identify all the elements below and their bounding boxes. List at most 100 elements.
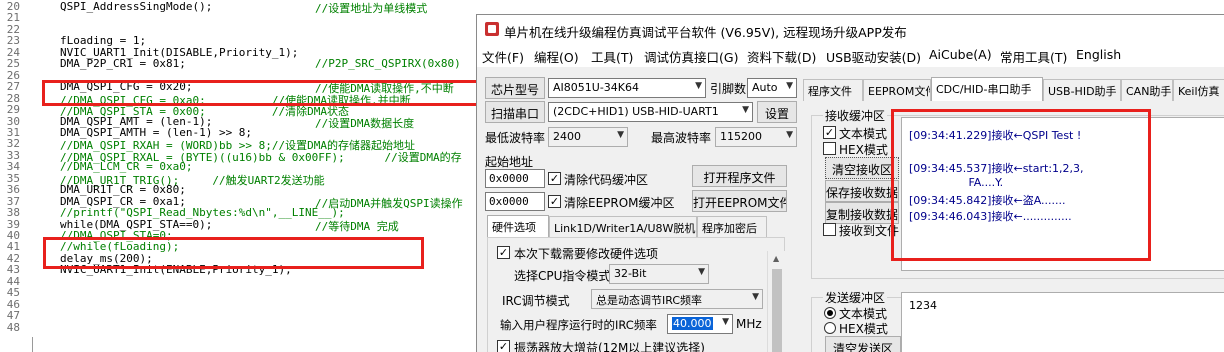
max-baud-value: 115200 xyxy=(720,130,762,143)
recv-to-file-label: 接收到文件 xyxy=(839,224,900,238)
code-comment: //P2P_SRC_QSPIRX(0x80) xyxy=(315,57,461,71)
irc-freq-label: 输入用户程序运行时的IRC频率 xyxy=(500,318,657,332)
send-buffer-label: 发送缓冲区 xyxy=(823,289,888,306)
title-bar: 单片机在线升级编程仿真调试平台软件 (V6.95V), 远程现场升级APP发布 xyxy=(477,15,1224,43)
menu-file[interactable]: 文件(F) xyxy=(482,47,524,66)
send-text-mode-radio[interactable] xyxy=(824,307,836,319)
chevron-down-icon: ▼ xyxy=(698,267,705,277)
tab-cdc-hid-serial[interactable]: CDC/HID-串口助手 xyxy=(931,77,1043,101)
menu-bar: 文件(F) 编程(O) 工具(T) 调试仿真接口(G) 资料下载(D) USB驱… xyxy=(477,43,1224,67)
osc-gain-label: 振荡器放大增益(12M以上建议选择) xyxy=(514,341,705,352)
clear-code-checkbox[interactable]: ✓ xyxy=(548,172,561,185)
code-line: DMA_P2P_CR1 = 0x81; xyxy=(60,57,186,71)
code-editor[interactable]: 20 QSPI_AddressSingMode();//设置地址为单线模式 21 22… xyxy=(0,0,476,352)
isp-programmer-window: 单片机在线升级编程仿真调试平台软件 (V6.95V), 远程现场升级APP发布 … xyxy=(476,14,1224,352)
tab-eeprom-file[interactable]: EEPROM文件 xyxy=(863,79,931,101)
copy-receive-button[interactable]: 复制接收数据 xyxy=(825,202,899,224)
min-baud-select[interactable]: 2400 ▼ xyxy=(548,127,628,147)
max-baud-label: 最高波特率 xyxy=(651,131,712,145)
code-address-input[interactable]: 0x0000 xyxy=(485,169,545,188)
recv-text-mode-label: 文本模式 xyxy=(839,127,888,141)
scroll-up-icon: ▲ xyxy=(773,254,780,263)
eeprom-address-input[interactable]: 0x0000 xyxy=(485,192,545,211)
osc-gain-checkbox[interactable]: ✓ xyxy=(497,340,510,352)
pins-select[interactable]: Auto ▼ xyxy=(747,78,797,98)
recv-text-mode-checkbox[interactable]: ✓ xyxy=(823,126,836,139)
irc-mode-value: 总是动态调节IRC频率 xyxy=(596,294,703,307)
modify-hw-checkbox[interactable]: ✓ xyxy=(497,246,510,259)
min-baud-value: 2400 xyxy=(553,130,581,143)
chevron-down-icon: ▼ xyxy=(722,317,729,327)
chip-model-button[interactable]: 芯片型号 xyxy=(485,77,545,99)
recv-to-file-checkbox[interactable] xyxy=(823,223,836,236)
open-eeprom-button[interactable]: 打开EEPROM文件 xyxy=(692,190,787,212)
code-comment: //等待DMA 完成 xyxy=(315,219,399,233)
irc-freq-select[interactable]: 40.000 ▼ xyxy=(667,314,733,334)
chevron-down-icon: ▼ xyxy=(617,130,624,140)
fold-line xyxy=(32,337,42,352)
window-title: 单片机在线升级编程仿真调试平台软件 (V6.95V), 远程现场升级APP发布 xyxy=(504,25,907,40)
menu-common-tools[interactable]: 常用工具(T) xyxy=(1000,47,1067,66)
settings-button[interactable]: 设置 xyxy=(757,101,797,123)
send-hex-mode-radio[interactable] xyxy=(824,322,836,334)
clear-eeprom-checkbox[interactable]: ✓ xyxy=(548,195,561,208)
tab-program-file[interactable]: 程序文件 xyxy=(803,79,863,101)
options-scrollbar[interactable]: ▲ xyxy=(767,251,785,352)
menu-tools[interactable]: 工具(T) xyxy=(591,47,633,66)
recv-hex-mode-checkbox[interactable] xyxy=(823,142,836,155)
min-baud-label: 最低波特率 xyxy=(485,131,546,145)
open-program-button[interactable]: 打开程序文件 xyxy=(692,165,787,187)
chip-model-select[interactable]: AI8051U-34K64 ▼ xyxy=(548,78,706,98)
recv-hex-mode-label: HEX模式 xyxy=(839,143,888,157)
menu-aicube[interactable]: AiCube(A) xyxy=(929,47,992,62)
chevron-down-icon: ▼ xyxy=(786,130,793,140)
scrollbar-thumb[interactable] xyxy=(772,269,782,352)
start-address-label: 起始地址 xyxy=(485,155,534,169)
cpu-mode-label: 选择CPU指令模式 xyxy=(514,269,611,283)
tab-usb-hid[interactable]: USB-HID助手 xyxy=(1043,79,1121,101)
send-textarea[interactable]: 1234 xyxy=(901,292,1224,352)
modify-hw-label: 本次下载需要修改硬件选项 xyxy=(514,247,659,261)
line-number: 48 xyxy=(6,320,20,334)
chevron-down-icon: ▼ xyxy=(786,81,793,91)
chip-model-value: AI8051U-34K64 xyxy=(553,81,639,94)
menu-program[interactable]: 编程(O) xyxy=(534,47,579,66)
chevron-down-icon: ▼ xyxy=(752,292,759,302)
menu-english[interactable]: English xyxy=(1076,47,1121,62)
code-comment: //设置地址为单线模式 xyxy=(315,2,428,15)
menu-download[interactable]: 资料下载(D) xyxy=(747,47,816,66)
pins-label: 引脚数 xyxy=(710,82,747,96)
receive-buffer-label: 接收缓冲区 xyxy=(823,107,888,124)
code-comment: //设置DMA数据长度 xyxy=(315,116,415,130)
tab-can[interactable]: CAN助手 xyxy=(1121,79,1173,101)
save-receive-button[interactable]: 保存接收数据 xyxy=(825,180,899,202)
chevron-down-icon: ▼ xyxy=(742,105,749,115)
clear-send-button[interactable]: 清空发送区 xyxy=(825,336,901,352)
tab-hardware-options[interactable]: 硬件选项 xyxy=(487,215,549,237)
clear-code-label: 清除代码缓冲区 xyxy=(564,173,649,187)
tab-offline-writer[interactable]: Link1D/Writer1A/U8W脱机 xyxy=(549,216,697,238)
highlight-box-receive xyxy=(891,109,1151,261)
irc-mode-select[interactable]: 总是动态调节IRC频率 ▼ xyxy=(591,289,763,309)
app-icon xyxy=(485,22,499,36)
menu-debug[interactable]: 调试仿真接口(G) xyxy=(644,47,738,66)
highlight-box-while-wait xyxy=(43,237,424,269)
irc-mode-label: IRC调节模式 xyxy=(502,294,570,308)
chevron-down-icon: ▼ xyxy=(695,81,702,91)
irc-freq-unit: MHz xyxy=(736,317,762,331)
send-hex-mode-label: HEX模式 xyxy=(839,322,888,336)
scan-port-button[interactable]: 扫描串口 xyxy=(485,101,545,123)
clear-receive-button[interactable]: 清空接收区 xyxy=(825,157,899,179)
menu-usb-driver[interactable]: USB驱动安装(D) xyxy=(826,47,921,66)
clear-eeprom-label: 清除EEPROM缓冲区 xyxy=(564,196,675,210)
max-baud-select[interactable]: 115200 ▼ xyxy=(715,127,797,147)
tab-keil-sim[interactable]: Keil仿真 xyxy=(1173,79,1224,101)
port-select[interactable]: (2CDC+HID1) USB-HID-UART1 ▼ xyxy=(548,102,753,122)
send-text: 1234 xyxy=(909,299,937,312)
code-line: QSPI_AddressSingMode(); xyxy=(60,0,213,13)
cpu-mode-select[interactable]: 32-Bit ▼ xyxy=(609,264,709,284)
pins-value: Auto xyxy=(752,81,778,94)
highlight-box-dma-cfg xyxy=(42,80,476,106)
tab-program-encrypt[interactable]: 程序加密后 xyxy=(697,216,767,238)
irc-freq-value: 40.000 xyxy=(672,317,713,330)
